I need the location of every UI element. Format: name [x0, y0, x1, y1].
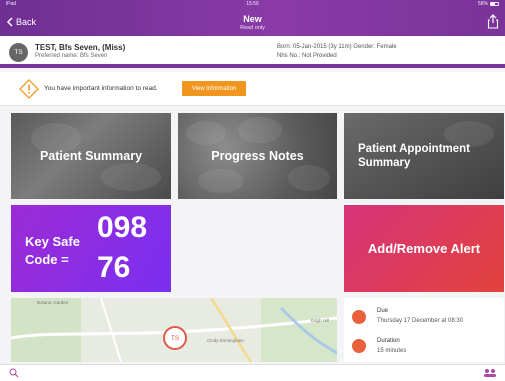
location-map[interactable]: Botanic Garden Cindy Birmingham Edgb Hil… — [11, 298, 337, 362]
top-bar: iPad 15:56 58% Back New Read only — [0, 0, 505, 36]
view-information-button[interactable]: View Information — [182, 81, 246, 96]
tile-add-remove-alert[interactable]: Add/Remove Alert — [344, 205, 504, 292]
clock-icon — [352, 339, 366, 353]
key-safe-label-line-2: Code = — [25, 252, 69, 267]
key-safe-code-top: 098 — [97, 211, 148, 244]
key-safe-label: Key Safe Code = — [25, 233, 80, 269]
share-icon[interactable] — [487, 14, 499, 29]
team-icon[interactable] — [483, 368, 497, 378]
search-icon[interactable] — [9, 368, 19, 378]
tile-texture — [288, 165, 330, 191]
duration-label: Duration — [377, 338, 400, 344]
warning-icon — [19, 79, 39, 99]
nav-subtitle: Read only — [240, 25, 265, 31]
preferred-name: Preferred name: Bfs Seven — [35, 53, 108, 59]
due-value: Thursday 17 December at 08:30 — [377, 318, 464, 324]
tile-texture — [198, 169, 244, 193]
appointment-info-card: Due Thursday 17 December at 08:30 Durati… — [344, 298, 504, 362]
map-label: Cindy Birmingham — [207, 338, 244, 343]
nav-title: New — [243, 14, 262, 24]
bottom-toolbar — [0, 364, 505, 381]
born-gender: Born: 05-Jan-2015 (3y 11m) Gender: Femal… — [277, 44, 397, 50]
tile-texture — [186, 121, 226, 145]
tile-label: Patient Summary — [39, 149, 143, 163]
map-label: Botanic Garden — [37, 300, 69, 305]
patient-avatar: TS — [9, 43, 28, 62]
tile-texture — [101, 163, 161, 191]
status-battery: 58% — [478, 1, 499, 7]
battery-icon — [490, 2, 499, 6]
patient-name: TEST, Bfs Seven, (Miss) — [35, 43, 126, 52]
tile-key-safe-code[interactable]: Key Safe Code = 098 76 — [11, 205, 171, 292]
tile-label: Add/Remove Alert — [367, 241, 481, 256]
due-label: Due — [377, 308, 389, 314]
tile-texture — [238, 117, 282, 143]
tile-label: Progress Notes — [211, 149, 304, 163]
status-time: 15:56 — [246, 1, 259, 7]
tile-progress-notes[interactable]: Progress Notes — [178, 113, 337, 199]
map-label: Edgb Hill — [311, 318, 330, 323]
map-pin[interactable]: TS — [163, 326, 187, 350]
tile-label: Patient Appointment Summary — [358, 143, 471, 169]
key-safe-code-bottom: 76 — [97, 251, 131, 284]
tile-patient-summary[interactable]: Patient Summary — [11, 113, 171, 199]
battery-percent: 58% — [477, 1, 488, 7]
key-safe-label-line-1: Key Safe — [25, 234, 80, 249]
important-info-strip: You have important information to read. … — [0, 72, 505, 106]
duration-value: 15 minutes — [377, 348, 407, 354]
nhs-number: Nhs No.: Not Provided — [277, 53, 337, 59]
tile-patient-appointment-summary[interactable]: Patient Appointment Summary — [344, 113, 504, 199]
patient-banner: TS TEST, Bfs Seven, (Miss) Preferred nam… — [0, 36, 505, 68]
alert-message: You have important information to read. — [44, 85, 158, 92]
calendar-icon — [352, 310, 366, 324]
